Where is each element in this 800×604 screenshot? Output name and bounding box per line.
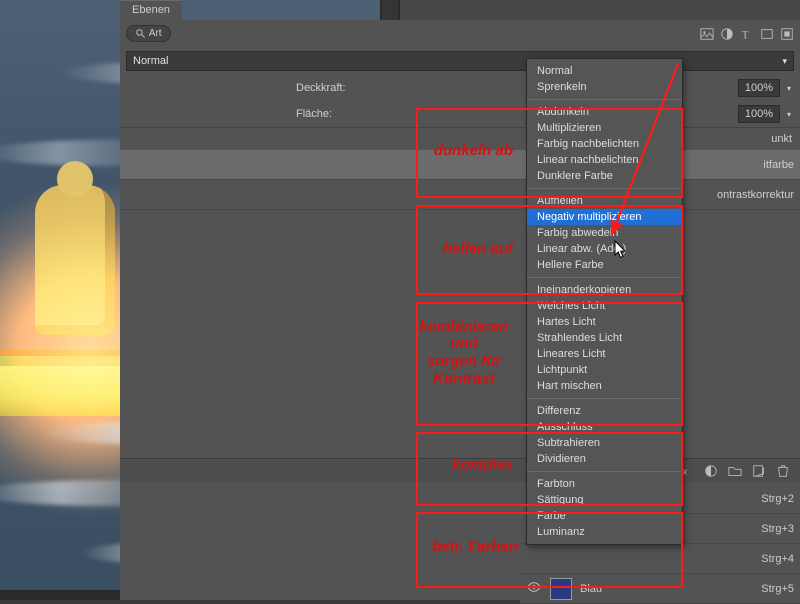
blend-mode-menu[interactable]: Normal Sprenkeln Abdunkeln Multipliziere…	[526, 58, 683, 545]
visibility-toggle[interactable]	[526, 580, 542, 597]
blend-mode-option[interactable]: Luminanz	[527, 524, 682, 540]
opacity-label: Deckkraft:	[296, 82, 346, 94]
blend-mode-dropdown[interactable]: Normal ▾	[126, 51, 794, 71]
blend-mode-option[interactable]: Hellere Farbe	[527, 257, 682, 273]
blend-mode-option[interactable]: Linear abw. (Add.)	[527, 241, 682, 257]
blend-mode-option[interactable]: Negativ multiplizieren	[527, 209, 682, 225]
blend-mode-option[interactable]: Farbig nachbelichten	[527, 136, 682, 152]
image-filter-icon[interactable]	[700, 27, 714, 41]
blend-mode-option[interactable]: Aufhellen	[527, 193, 682, 209]
blend-mode-option[interactable]: Strahlendes Licht	[527, 330, 682, 346]
layer-name: itfarbe	[126, 159, 794, 171]
trash-icon[interactable]	[776, 464, 790, 478]
blend-mode-option[interactable]: Abdunkeln	[527, 104, 682, 120]
layers-footer-icons: fx	[120, 458, 800, 482]
channel-name: Blau	[580, 583, 761, 595]
fill-label: Fläche:	[296, 108, 332, 120]
opacity-value[interactable]: 100%	[738, 79, 780, 97]
layer-row[interactable]: itfarbe	[120, 150, 800, 180]
type-filter-icon[interactable]: T	[740, 27, 754, 41]
layers-panel-tab[interactable]: Ebenen	[120, 0, 182, 20]
channel-shortcut: Strg+2	[761, 493, 794, 505]
channel-row[interactable]: Strg+4	[520, 544, 800, 574]
blend-mode-option[interactable]: Sprenkeln	[527, 79, 682, 95]
mask-icon[interactable]	[704, 464, 718, 478]
layers-filter-row: Art T	[120, 20, 800, 47]
channel-thumb	[550, 578, 572, 600]
blend-mode-option[interactable]: Differenz	[527, 403, 682, 419]
shape-filter-icon[interactable]	[760, 27, 774, 41]
lock-label-fragment: unkt	[771, 133, 792, 145]
blend-mode-option[interactable]: Hartes Licht	[527, 314, 682, 330]
blend-mode-option[interactable]: Multiplizieren	[527, 120, 682, 136]
new-layer-icon[interactable]	[752, 464, 766, 478]
layer-lock-row: unkt	[120, 127, 800, 150]
blend-mode-option[interactable]: Lichtpunkt	[527, 362, 682, 378]
blend-mode-option[interactable]: Ausschluss	[527, 419, 682, 435]
blend-mode-option[interactable]: Subtrahieren	[527, 435, 682, 451]
blend-mode-option[interactable]: Weiches Licht	[527, 298, 682, 314]
blend-mode-option[interactable]: Hart mischen	[527, 378, 682, 394]
blend-mode-option[interactable]: Farbig abwedeln	[527, 225, 682, 241]
channel-shortcut: Strg+3	[761, 523, 794, 535]
blend-mode-option[interactable]: Linear nachbelichten	[527, 152, 682, 168]
fill-stepper[interactable]: ▾	[784, 110, 794, 119]
layer-name: ontrastkorrektur	[126, 189, 794, 201]
blend-mode-option[interactable]: Farbton	[527, 476, 682, 492]
mouse-cursor-icon	[614, 240, 628, 260]
layer-row[interactable]: ontrastkorrektur	[120, 180, 800, 210]
layer-kind-label: Art	[149, 28, 162, 39]
blend-mode-option[interactable]: Ineinanderkopieren	[527, 282, 682, 298]
fill-value[interactable]: 100%	[738, 105, 780, 123]
search-icon	[135, 28, 146, 39]
smart-filter-icon[interactable]	[780, 27, 794, 41]
channel-shortcut: Strg+4	[761, 553, 794, 565]
channel-shortcut: Strg+5	[761, 583, 794, 595]
layer-kind-filter[interactable]: Art	[126, 25, 171, 42]
fill-row: Fläche: 100% ▾	[120, 101, 800, 127]
blend-mode-option[interactable]: Normal	[527, 63, 682, 79]
opacity-row: Deckkraft: 100% ▾	[120, 75, 800, 101]
dropdown-caret-icon: ▾	[782, 56, 787, 67]
blend-mode-option[interactable]: Sättigung	[527, 492, 682, 508]
eye-icon	[527, 580, 541, 594]
blend-mode-option[interactable]: Dunklere Farbe	[527, 168, 682, 184]
blend-mode-value: Normal	[133, 55, 168, 67]
adjust-filter-icon[interactable]	[720, 27, 734, 41]
blend-mode-option[interactable]: Farbe	[527, 508, 682, 524]
layer-filter-icons: T	[700, 27, 794, 41]
opacity-stepper[interactable]: ▾	[784, 84, 794, 93]
blend-mode-option[interactable]: Lineares Licht	[527, 346, 682, 362]
blend-mode-option[interactable]: Dividieren	[527, 451, 682, 467]
svg-text:T: T	[742, 29, 749, 41]
new-group-icon[interactable]	[728, 464, 742, 478]
